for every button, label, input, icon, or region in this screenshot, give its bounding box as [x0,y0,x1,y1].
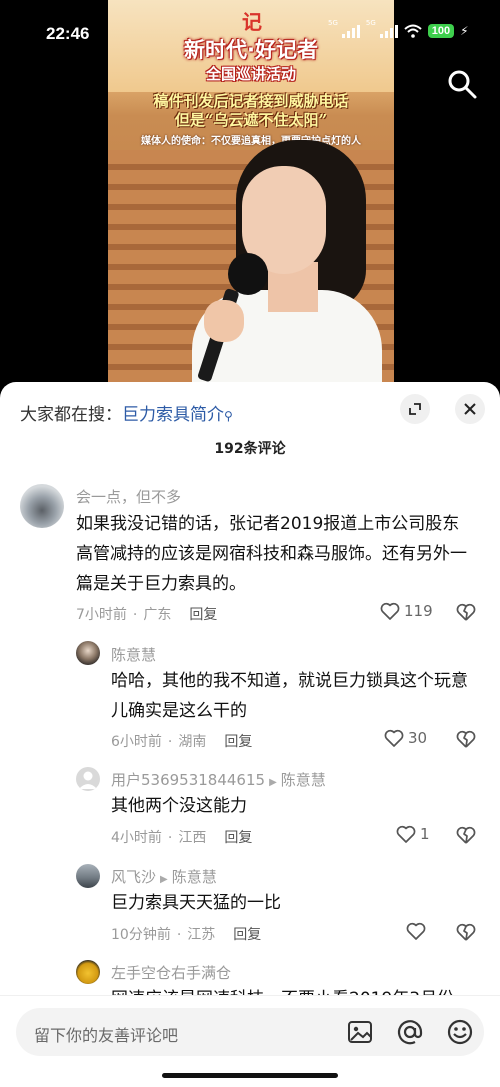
close-icon [464,403,476,415]
broken-heart-icon[interactable] [456,730,476,748]
comment-meta: 4小时前 · 江西 回复 [111,830,253,846]
comment-sheet: 大家都在搜：巨力索具简介⚲ 192条评论 会一点，但不多 如果我没记错的话，张记… [0,382,500,1087]
avatar[interactable] [76,641,100,665]
banner-subtitle: 全国巡讲活动 [205,65,296,83]
avatar[interactable] [76,767,100,791]
video-frame: 记 新时代·好记者 全国巡讲活动 稿件刊发后记者接到威胁电话 但是“乌云遮不住太… [108,0,394,385]
search-small-icon: ⚲ [224,409,233,423]
sim2-label: 5G [365,19,376,27]
comment-location: 江西 [178,830,207,846]
comment-username-line: 风飞沙 ▶ 陈意慧 [111,866,217,887]
comment-text[interactable]: 哈哈，其他的我不知道，就说巨力锁具这个玩意儿确实是这么干的 [111,666,481,726]
comment-meta: 7小时前 · 广东 回复 [76,607,218,623]
mention-icon[interactable] [396,1018,424,1046]
expand-icon [409,403,421,415]
like-button[interactable]: 30 [384,729,427,747]
hot-search-bar[interactable]: 大家都在搜：巨力索具简介⚲ [20,400,233,425]
like-button[interactable]: 119 [380,602,433,620]
event-logo: 记 [242,10,262,34]
image-icon[interactable] [346,1018,374,1046]
like-count: 119 [404,602,433,620]
headline-line-1: 稿件刊发后记者接到威胁电话 [153,92,349,110]
reply-button[interactable]: 回复 [233,927,261,943]
banner-title: 新时代·好记者 [184,38,318,62]
wifi-icon [404,24,422,38]
status-time: 22:46 [46,24,90,43]
comment-time: 7小时前 [76,607,127,623]
comment-username[interactable]: 用户5369531844615 [111,771,265,789]
broken-heart-icon[interactable] [456,826,476,844]
video-headline: 稿件刊发后记者接到威胁电话 但是“乌云遮不住太阳” [108,92,394,130]
reply-button[interactable]: 回复 [224,830,252,846]
comment-meta: 10分钟前 · 江苏 回复 [111,927,262,943]
reply-to-username[interactable]: 陈意慧 [281,771,326,789]
expand-button[interactable] [400,394,430,424]
broken-heart-icon[interactable] [456,603,476,621]
comment-time: 4小时前 [111,830,162,846]
close-button[interactable] [455,394,485,424]
comment-username[interactable]: 左手空仓右手满仓 [111,962,231,983]
default-avatar-icon [79,771,97,789]
reply-button[interactable]: 回复 [224,734,252,750]
avatar[interactable] [20,484,64,528]
comment-username[interactable]: 会一点，但不多 [76,486,181,507]
video-caption: 媒体人的使命：不仅要追真相，更要守护点灯的人 [141,136,361,147]
speaker-hand [204,300,244,342]
reply-to-username[interactable]: 陈意慧 [172,868,217,886]
hot-search-term[interactable]: 巨力索具简介 [122,405,224,425]
comment-text[interactable]: 巨力索具天天猛的一比 [111,888,481,918]
microphone-icon [228,253,268,295]
comment-location: 江苏 [187,927,216,943]
emoji-icon[interactable] [446,1018,474,1046]
heart-icon [396,825,416,843]
comment-username[interactable]: 风飞沙 [111,868,156,886]
comment-username[interactable]: 陈意慧 [111,644,156,665]
like-count: 30 [408,729,428,747]
charging-bolt-icon: ⚡ [460,24,469,38]
comment-location: 广东 [143,607,172,623]
status-icons: 5G 5G 100 ⚡ [328,19,469,38]
headline-line-2: 但是“乌云遮不住太阳” [174,111,328,129]
video-player[interactable]: 记 新时代·好记者 全国巡讲活动 稿件刊发后记者接到威胁电话 但是“乌云遮不住太… [0,0,500,385]
broken-heart-icon[interactable] [456,923,476,941]
like-count: 1 [420,825,430,843]
heart-icon [380,602,400,620]
signal-icon [379,24,398,38]
comment-time: 6小时前 [111,734,162,750]
comment-username-line: 用户5369531844615 ▶ 陈意慧 [111,769,326,790]
comment-time: 10分钟前 [111,927,171,943]
comment-location: 湖南 [178,734,207,750]
heart-icon [406,922,426,940]
search-icon[interactable] [446,68,478,100]
reply-arrow-icon: ▶ [160,874,168,885]
comment-text[interactable]: 其他两个没这能力 [111,791,481,821]
hot-search-prefix: 大家都在搜： [20,405,122,425]
avatar[interactable] [76,864,100,888]
like-button[interactable]: 1 [396,825,430,843]
reply-arrow-icon: ▶ [269,777,277,788]
home-indicator[interactable] [162,1073,338,1078]
comment-input-placeholder: 留下你的友善评论吧 [34,1026,179,1045]
comment-meta: 6小时前 · 湖南 回复 [111,734,253,750]
signal-icon [341,24,360,38]
sim1-label: 5G [328,19,338,27]
comment-count: 192条评论 [214,441,286,457]
comment-text[interactable]: 如果我没记错的话，张记者2019报道上市公司股东高管减持的应该是网宿科技和森马服… [76,509,476,599]
comment-input[interactable]: 留下你的友善评论吧 [16,1008,484,1056]
reply-button[interactable]: 回复 [189,607,217,623]
heart-icon [384,729,404,747]
battery-icon: 100 [427,24,455,38]
avatar[interactable] [76,960,100,984]
like-button[interactable] [406,922,426,940]
